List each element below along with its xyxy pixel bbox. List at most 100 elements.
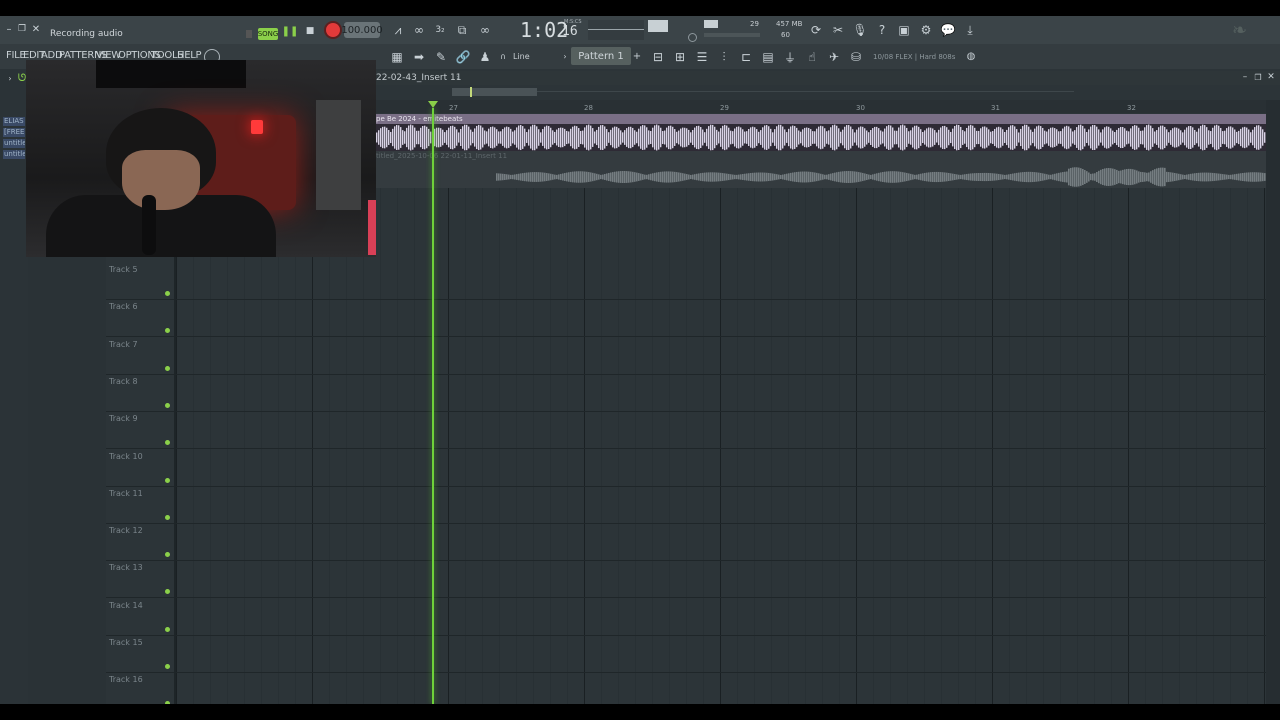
track-label[interactable]: Track 8 bbox=[109, 377, 138, 386]
store-icon[interactable]: ⛁ bbox=[846, 47, 866, 67]
track-mute-led[interactable] bbox=[165, 626, 170, 632]
download-icon[interactable]: ⤓ bbox=[960, 20, 980, 40]
track-label[interactable]: Track 16 bbox=[109, 675, 143, 684]
track-mute-led[interactable] bbox=[165, 477, 170, 483]
globe-icon[interactable]: ◍ bbox=[965, 50, 977, 62]
waveform-sample bbox=[1186, 174, 1188, 180]
waveform-sample bbox=[1184, 129, 1186, 146]
stamp-icon[interactable]: ♟ bbox=[475, 47, 495, 67]
browser-item[interactable]: untitled bbox=[3, 150, 25, 159]
help-icon[interactable]: ? bbox=[872, 20, 892, 40]
playhead-marker-icon[interactable] bbox=[428, 101, 438, 108]
tempo-display[interactable]: 100.000 bbox=[341, 22, 383, 38]
clipboard-icon[interactable]: ▤ bbox=[758, 47, 778, 67]
countdown-icon[interactable]: 3₂ bbox=[430, 20, 450, 40]
mixer-icon[interactable]: ⊟ bbox=[648, 47, 668, 67]
oscilloscope-knob[interactable] bbox=[688, 33, 697, 42]
waveform-sample bbox=[534, 124, 536, 151]
playlist-icon[interactable]: ▦ bbox=[387, 47, 407, 67]
playlist-minimize-icon[interactable]: – bbox=[1240, 72, 1250, 82]
waveform-sample bbox=[824, 174, 826, 180]
song-mode-button[interactable]: SONG bbox=[258, 28, 278, 40]
waveform-sample bbox=[438, 127, 440, 148]
stop-icon[interactable]: ■ bbox=[303, 24, 317, 38]
microphone-icon[interactable]: 🎙 bbox=[850, 20, 870, 40]
cut-tool-icon[interactable]: ✂ bbox=[828, 20, 848, 40]
waveform-sample bbox=[942, 172, 944, 182]
piano-roll-icon[interactable]: ⊞ bbox=[670, 47, 690, 67]
waveform-sample bbox=[624, 171, 626, 183]
loop-record-icon[interactable]: ∞ bbox=[475, 20, 495, 40]
track-divider bbox=[106, 522, 1266, 524]
track-label[interactable]: Track 7 bbox=[109, 340, 138, 349]
plugin-icon[interactable]: ⚙ bbox=[916, 20, 936, 40]
pencil-tool-icon[interactable]: ✎ bbox=[431, 47, 451, 67]
waveform-sample bbox=[644, 125, 646, 150]
mixer-faders-icon[interactable]: ⫶ bbox=[714, 47, 734, 67]
track-mute-led[interactable] bbox=[165, 291, 170, 296]
beat-gridline bbox=[295, 188, 296, 704]
arrow-right-icon[interactable]: ➡ bbox=[409, 47, 429, 67]
track-mute-led[interactable] bbox=[165, 514, 170, 520]
waveform-sample bbox=[596, 129, 598, 146]
track-label[interactable]: Track 15 bbox=[109, 638, 143, 647]
save-icon[interactable]: ▣ bbox=[894, 20, 914, 40]
waveform-sample bbox=[742, 174, 744, 180]
track-mute-led[interactable] bbox=[165, 365, 170, 371]
browser-item[interactable]: ELIAS V bbox=[3, 117, 25, 126]
waveform-sample bbox=[984, 126, 986, 149]
snap-selector[interactable]: Line bbox=[513, 52, 530, 61]
step-edit-icon[interactable]: ⧉ bbox=[452, 20, 472, 40]
track-label[interactable]: Track 10 bbox=[109, 452, 143, 461]
waveform-sample bbox=[1126, 130, 1128, 145]
waveform-sample bbox=[964, 131, 966, 144]
track-label[interactable]: Track 13 bbox=[109, 563, 143, 572]
horizontal-scrollbar[interactable] bbox=[452, 88, 537, 96]
playhead-line[interactable] bbox=[432, 108, 434, 704]
metronome-icon[interactable]: ⩘ bbox=[388, 20, 408, 40]
vertical-scrollbar[interactable] bbox=[1266, 100, 1280, 704]
add-pattern-button[interactable]: + bbox=[632, 49, 642, 63]
close-icon[interactable]: ✕ bbox=[31, 24, 41, 35]
pause-icon[interactable]: ❚❚ bbox=[282, 24, 299, 38]
track-divider bbox=[106, 634, 1266, 636]
track-label[interactable]: Track 5 bbox=[109, 265, 138, 274]
time-display-main[interactable]: 1:02 bbox=[520, 18, 568, 42]
browser-item[interactable]: [FREE] bbox=[3, 128, 25, 137]
waveform-sample bbox=[838, 128, 840, 147]
track-label[interactable]: Track 6 bbox=[109, 302, 138, 311]
track-mute-led[interactable] bbox=[165, 402, 170, 408]
waveform-sample bbox=[970, 124, 972, 151]
browser-expand-icon[interactable]: › bbox=[6, 73, 14, 83]
pattern-selector[interactable]: Pattern 1 bbox=[571, 47, 631, 65]
playlist-maximize-icon[interactable]: ❐ bbox=[1253, 72, 1263, 82]
browser-icon[interactable]: ⊏ bbox=[736, 47, 756, 67]
record-button[interactable] bbox=[326, 23, 340, 37]
channel-rack-icon[interactable]: ☰ bbox=[692, 47, 712, 67]
prev-pattern-icon[interactable]: › bbox=[561, 49, 569, 63]
track-label[interactable]: Track 14 bbox=[109, 601, 143, 610]
restore-icon[interactable]: ❐ bbox=[17, 24, 27, 34]
video-icon[interactable]: ✈ bbox=[824, 47, 844, 67]
audio-clip-body[interactable] bbox=[376, 124, 1266, 151]
browser-item[interactable]: untitled bbox=[3, 139, 25, 148]
track-label[interactable]: Track 12 bbox=[109, 526, 143, 535]
audio-clip-header[interactable] bbox=[376, 114, 1266, 124]
waveform-sample bbox=[578, 171, 580, 183]
track-label[interactable]: Track 9 bbox=[109, 414, 138, 423]
waveform-sample bbox=[716, 129, 718, 146]
track-label[interactable]: Track 11 bbox=[109, 489, 143, 498]
link-icon[interactable]: 🔗 bbox=[453, 47, 473, 67]
touch-icon[interactable]: ☝ bbox=[802, 47, 822, 67]
waveform-sample bbox=[428, 128, 430, 147]
waveform-sample bbox=[888, 171, 890, 183]
undo-history-icon[interactable]: ⟳ bbox=[806, 20, 826, 40]
minimize-icon[interactable]: – bbox=[4, 24, 14, 35]
chat-icon[interactable]: 💬 bbox=[938, 20, 958, 40]
playlist-close-icon[interactable]: ✕ bbox=[1266, 72, 1276, 82]
magnet-icon[interactable]: ∩ bbox=[498, 51, 508, 61]
wait-input-icon[interactable]: ∞ bbox=[409, 20, 429, 40]
plug-icon[interactable]: ⏚ bbox=[780, 47, 800, 67]
track-mute-led[interactable] bbox=[165, 664, 170, 669]
waveform-sample bbox=[508, 127, 510, 148]
